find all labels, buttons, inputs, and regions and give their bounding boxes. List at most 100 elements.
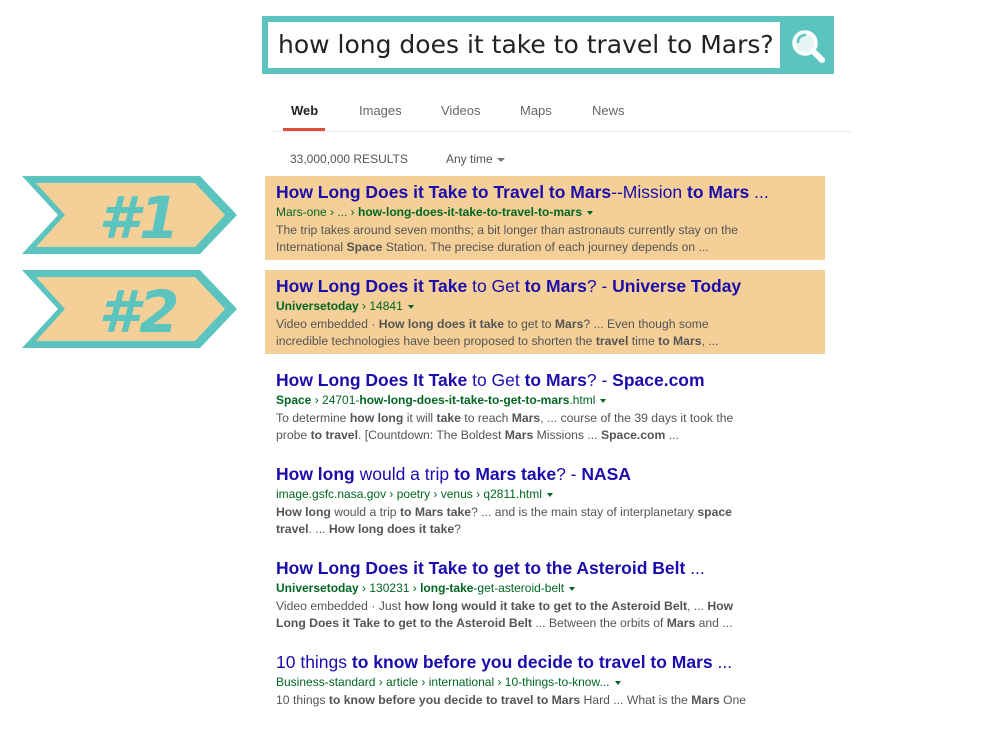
bold-text: How (707, 599, 734, 613)
chevron-down-icon[interactable] (600, 398, 607, 403)
bold-text: travel (595, 333, 629, 348)
bold-text: Space (276, 393, 312, 407)
tab-videos[interactable]: Videos (441, 103, 481, 118)
text: incredible technologies have been propos… (276, 333, 596, 348)
rank-banner-2: #2 (22, 270, 237, 348)
result-title-link[interactable]: How Long Does it Take to get to the Aste… (276, 558, 705, 579)
text: --Mission (611, 182, 687, 202)
search-result: How Long Does It Take to Get to Mars? - … (265, 364, 825, 448)
search-tabs: Web Images Videos Maps News (272, 96, 852, 132)
text: One (719, 693, 747, 707)
bold-text: How long does it take (378, 317, 505, 331)
text: ? - (556, 464, 582, 484)
bold-text: Universe Today (612, 276, 742, 296)
text: The trip takes around seven months; a bi… (276, 223, 739, 237)
chevron-down-icon[interactable] (569, 586, 576, 591)
text: -get-asteroid-belt (473, 581, 565, 595)
bold-text: Universetoday (276, 581, 359, 595)
result-url[interactable]: Universetoday › 14841 (276, 299, 414, 313)
rank-banner-1: #1 (22, 176, 237, 254)
text: Video embedded · Just (276, 599, 405, 613)
bold-text: how-long-does-it-take-to-get-to-mars (359, 393, 570, 407)
result-snippet: Video embedded · How long does it take t… (276, 316, 796, 349)
search-button[interactable] (786, 22, 830, 68)
search-bar: how long does it take to travel to Mars? (262, 16, 834, 74)
tab-web[interactable]: Web (291, 103, 318, 118)
result-title-link[interactable]: How Long Does it Take to Travel to Mars-… (276, 182, 769, 203)
chevron-down-icon[interactable] (407, 304, 414, 309)
bold-text: How Long Does It Take (276, 370, 468, 390)
bold-text: How Long Does it Take to Travel to Mars (276, 182, 612, 202)
text: › 130231 › (358, 581, 421, 595)
tab-images[interactable]: Images (359, 103, 402, 118)
rank-label: #2 (99, 278, 180, 346)
text: , ... (701, 333, 719, 348)
bold-text: Long Does it Take to get to the Asteroid… (276, 615, 532, 630)
result-url[interactable]: image.gsfc.nasa.gov › poetry › venus › q… (276, 487, 553, 501)
result-title-link[interactable]: How Long Does It Take to Get to Mars? - … (276, 370, 705, 391)
text: 10 things (276, 652, 352, 672)
bold-text: how-long-does-it-take-to-travel-to-mars (358, 205, 583, 219)
text: , ... (687, 599, 708, 613)
snippet-line: To determine how long it will take to re… (276, 410, 796, 427)
bold-text: to Mars (658, 333, 702, 348)
snippet-line: incredible technologies have been propos… (276, 333, 796, 350)
text: To determine (276, 411, 350, 425)
text: Mars-one › ... › (276, 205, 359, 219)
chevron-down-icon[interactable] (614, 680, 621, 685)
text: and ... (695, 615, 733, 630)
time-filter-label: Any time (446, 152, 493, 166)
result-url[interactable]: Space › 24701-how-long-does-it-take-to-g… (276, 393, 607, 407)
chevron-down-icon[interactable] (587, 210, 594, 215)
chevron-down-icon[interactable] (546, 492, 553, 497)
bold-text: to Mars (524, 276, 587, 296)
bold-text: to Mars (687, 182, 750, 202)
result-url[interactable]: Universetoday › 130231 › long-take-get-a… (276, 581, 576, 595)
bold-text: How long (276, 464, 355, 484)
snippet-line: International Space Station. The precise… (276, 239, 796, 256)
text: ? ... and is the main stay of interplane… (471, 505, 698, 519)
result-title-link[interactable]: 10 things to know before you decide to t… (276, 652, 732, 673)
bold-text: to travel (310, 427, 358, 442)
text: ? - (586, 370, 613, 390)
bold-text: Universetoday (276, 299, 359, 313)
snippet-line: How long would a trip to Mars take? ... … (276, 504, 796, 521)
result-url[interactable]: Mars-one › ... › how-long-does-it-take-t… (276, 205, 594, 219)
text: Missions ... (533, 427, 601, 442)
search-result: 10 things to know before you decide to t… (265, 646, 825, 730)
bold-text: space (697, 505, 732, 519)
result-url[interactable]: Business-standard › article › internatio… (276, 675, 621, 689)
rank-label: #1 (99, 184, 180, 252)
snippet-line: Long Does it Take to get to the Asteroid… (276, 615, 796, 632)
text: Station. The precise duration of each jo… (382, 239, 709, 254)
search-result: How long would a trip to Mars take? - NA… (265, 458, 825, 542)
result-title-link[interactable]: How long would a trip to Mars take? - NA… (276, 464, 631, 485)
bold-text: take (436, 411, 461, 425)
text: Business-standard › article › internatio… (276, 675, 610, 689)
search-input[interactable]: how long does it take to travel to Mars? (268, 22, 780, 68)
text: would a trip (354, 464, 454, 484)
text: ... Between the orbits of (531, 615, 667, 630)
bold-text: Mars (554, 317, 584, 331)
tab-news[interactable]: News (592, 103, 625, 118)
text: International (276, 239, 347, 254)
search-result: How Long Does it Take to Travel to Mars-… (265, 176, 825, 260)
chevron-down-icon (496, 157, 505, 162)
text: ... (712, 652, 733, 672)
text: time (628, 333, 659, 348)
bold-text: How Long Does it Take (276, 276, 468, 296)
bold-text: How long does it take (328, 521, 455, 536)
bold-text: Mars (691, 693, 720, 707)
text: ... (665, 427, 679, 442)
result-snippet: How long would a trip to Mars take? ... … (276, 504, 796, 537)
tab-maps[interactable]: Maps (520, 103, 552, 118)
text: to Get (467, 276, 525, 296)
text: . ... (308, 521, 329, 536)
bold-text: NASA (581, 464, 631, 484)
bold-text: How long (276, 505, 331, 519)
result-snippet: 10 things to know before you decide to t… (276, 692, 796, 709)
result-title-link[interactable]: How Long Does it Take to Get to Mars? - … (276, 276, 741, 297)
snippet-line: 10 things to know before you decide to t… (276, 692, 796, 709)
time-filter-dropdown[interactable]: Any time (446, 152, 505, 166)
snippet-line: Video embedded · How long does it take t… (276, 316, 796, 333)
